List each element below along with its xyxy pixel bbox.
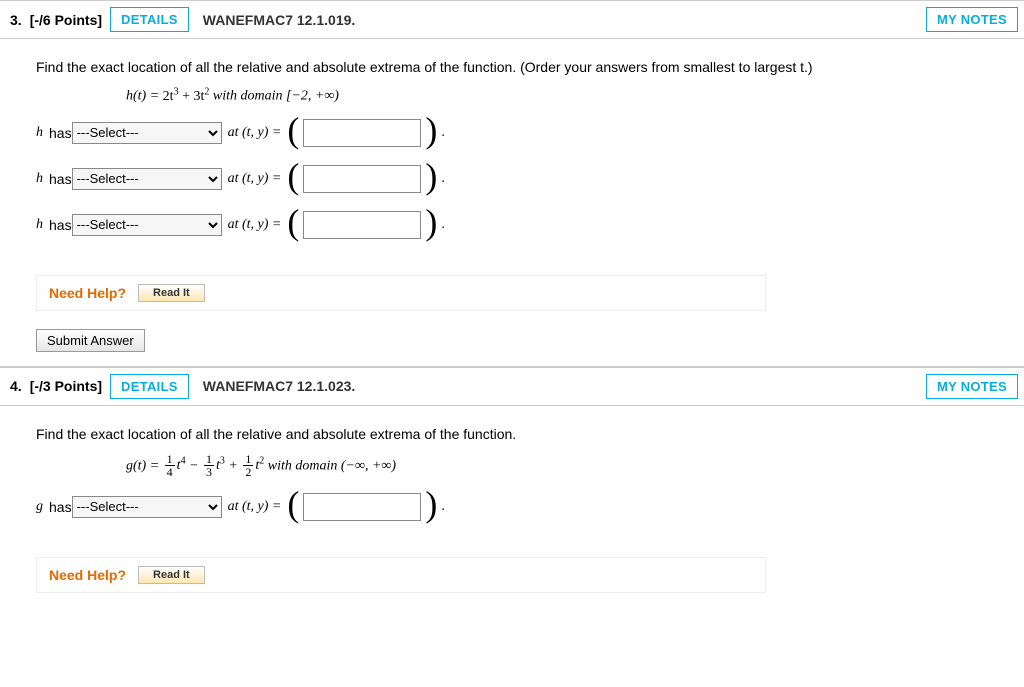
paren-open-icon: ( [287,492,299,517]
question-points: [-/6 Points] [30,12,102,28]
formula-plus: + [225,458,241,473]
at-xy-label: at (t, y) = [228,171,282,187]
question-reference: WANEFMAC7 12.1.023. [203,378,356,394]
answer-row: h has ---Select--- at (t, y) = ( ) . [36,119,988,147]
formula-domain: with domain (−∞, +∞) [264,458,396,473]
answer-row: h has ---Select--- at (t, y) = ( ) . [36,165,988,193]
question-formula: h(t) = 2t3 + 3t2 with domain [−2, +∞) [126,86,988,105]
has-label: has [49,171,72,187]
question-header: 4. [-/3 Points] DETAILS WANEFMAC7 12.1.0… [0,367,1024,406]
formula-term: + 3t [179,89,205,104]
paren-open-icon: ( [287,164,299,189]
paren-close-icon: ) [425,492,437,517]
period-icon: . [441,217,445,233]
submit-answer-button[interactable]: Submit Answer [36,329,145,352]
paren-close-icon: ) [425,118,437,143]
paren-close-icon: ) [425,210,437,235]
extrema-select[interactable]: ---Select--- [72,168,222,190]
need-help-label: Need Help? [49,285,126,301]
question-body: Find the exact location of all the relat… [0,39,1024,367]
details-button[interactable]: DETAILS [110,7,189,32]
point-input[interactable] [303,211,421,239]
question-formula: g(t) = 14t4 − 13t3 + 12t2 with domain (−… [126,453,988,479]
point-input[interactable] [303,165,421,193]
answer-row: h has ---Select--- at (t, y) = ( ) . [36,211,988,239]
details-button[interactable]: DETAILS [110,374,189,399]
need-help-bar: Need Help? Read It [36,557,766,593]
has-label: has [49,499,72,515]
question-number: 3. [10,12,22,28]
at-xy-label: at (t, y) = [228,125,282,141]
paren-open-icon: ( [287,210,299,235]
extrema-select[interactable]: ---Select--- [72,122,222,144]
paren-close-icon: ) [425,164,437,189]
at-xy-label: at (t, y) = [228,217,282,233]
question-points: [-/3 Points] [30,378,102,394]
period-icon: . [441,171,445,187]
extrema-select[interactable]: ---Select--- [72,496,222,518]
read-it-button[interactable]: Read It [138,284,205,302]
period-icon: . [441,125,445,141]
need-help-label: Need Help? [49,567,126,583]
has-label: has [49,125,72,141]
question-body: Find the exact location of all the relat… [0,406,1024,621]
paren-open-icon: ( [287,118,299,143]
need-help-bar: Need Help? Read It [36,275,766,311]
read-it-button[interactable]: Read It [138,566,205,584]
question-header: 3. [-/6 Points] DETAILS WANEFMAC7 12.1.0… [0,0,1024,39]
formula-minus: − [186,458,202,473]
answer-row: g has ---Select--- at (t, y) = ( ) . [36,493,988,521]
period-icon: . [441,499,445,515]
point-input[interactable] [303,493,421,521]
fn-label: g [36,499,43,515]
mynotes-button[interactable]: MY NOTES [926,7,1018,32]
fraction: 13 [204,453,214,479]
formula-domain: with domain [−2, +∞) [209,89,339,104]
point-input[interactable] [303,119,421,147]
formula-term: 2t [163,89,174,104]
formula-lhs: h(t) = [126,89,163,104]
at-xy-label: at (t, y) = [228,499,282,515]
fn-label: h [36,171,43,187]
extrema-select[interactable]: ---Select--- [72,214,222,236]
formula-lhs: g(t) = [126,458,163,473]
fn-label: h [36,125,43,141]
question-number: 4. [10,378,22,394]
has-label: has [49,217,72,233]
fraction: 12 [243,453,253,479]
question-prompt: Find the exact location of all the relat… [36,57,988,78]
question-reference: WANEFMAC7 12.1.019. [203,12,356,28]
mynotes-button[interactable]: MY NOTES [926,374,1018,399]
fraction: 14 [165,453,175,479]
question-prompt: Find the exact location of all the relat… [36,424,988,445]
fn-label: h [36,217,43,233]
